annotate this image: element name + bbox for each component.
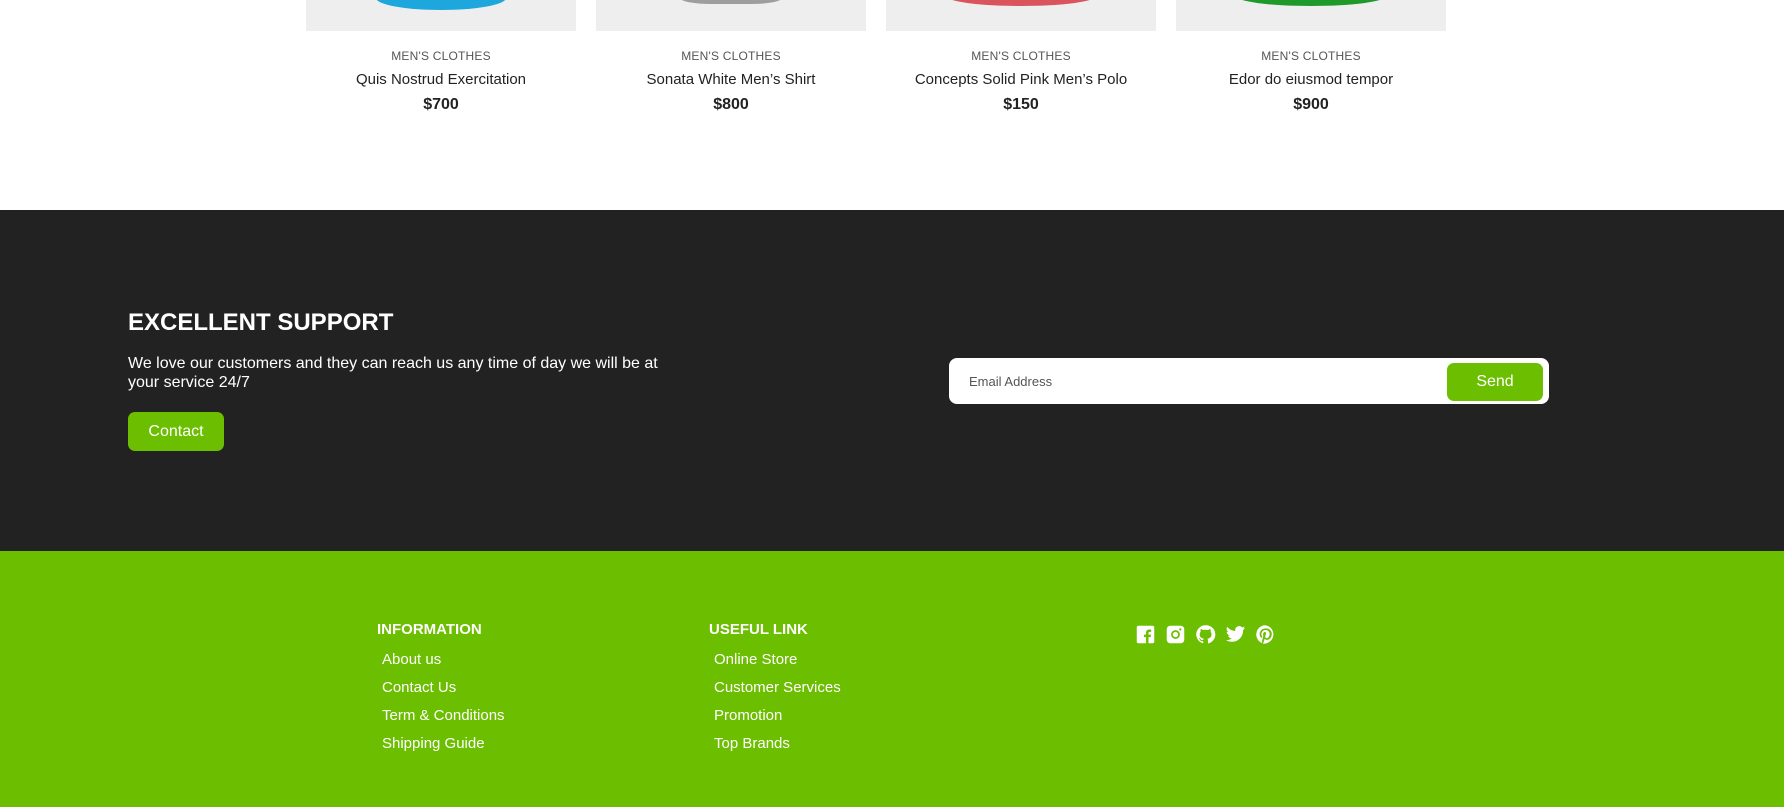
- product-price: $900: [1293, 96, 1329, 113]
- product-image[interactable]: [1176, 0, 1446, 31]
- product-card[interactable]: MEN'S CLOTHES Concepts Solid Pink Men’s …: [886, 0, 1156, 130]
- email-input[interactable]: [961, 366, 1431, 396]
- product-price: $150: [1003, 96, 1039, 113]
- product-image[interactable]: [886, 0, 1156, 31]
- footer-information-links: About us Contact Us Term & Conditions Sh…: [377, 651, 505, 763]
- contact-button[interactable]: Contact: [128, 412, 224, 451]
- footer-link-shipping-guide[interactable]: Shipping Guide: [382, 735, 485, 752]
- product-name[interactable]: Edor do eiusmod tempor: [1176, 71, 1446, 88]
- product-name[interactable]: Sonata White Men’s Shirt: [596, 71, 866, 88]
- pinterest-icon[interactable]: [1254, 623, 1276, 645]
- product-name[interactable]: Concepts Solid Pink Men’s Polo: [886, 71, 1156, 88]
- product-category: MEN'S CLOTHES: [1261, 49, 1361, 63]
- footer-link-terms[interactable]: Term & Conditions: [382, 707, 505, 724]
- footer-link-customer-services[interactable]: Customer Services: [714, 679, 841, 696]
- product-category: MEN'S CLOTHES: [971, 49, 1071, 63]
- footer-useful-column: USEFUL LINK Online Store Customer Servic…: [709, 621, 841, 763]
- support-description: We love our customers and they can reach…: [128, 355, 658, 391]
- product-card[interactable]: MEN'S CLOTHES Sonata White Men’s Shirt $…: [596, 0, 866, 130]
- footer-link-about-us[interactable]: About us: [382, 651, 441, 668]
- footer-link-promotion[interactable]: Promotion: [714, 707, 782, 724]
- product-image[interactable]: [596, 0, 866, 31]
- footer-link-top-brands[interactable]: Top Brands: [714, 735, 790, 752]
- product-image[interactable]: [306, 0, 576, 31]
- facebook-icon[interactable]: [1134, 623, 1156, 645]
- support-section: EXCELLENT SUPPORT We love our customers …: [0, 210, 1784, 551]
- newsletter-form: Send: [949, 358, 1549, 404]
- product-card[interactable]: MEN'S CLOTHES Quis Nostrud Exercitation …: [306, 0, 576, 130]
- instagram-icon[interactable]: [1164, 623, 1186, 645]
- github-icon[interactable]: [1194, 623, 1216, 645]
- footer-useful-links: Online Store Customer Services Promotion…: [709, 651, 841, 763]
- product-category: MEN'S CLOTHES: [391, 49, 491, 63]
- footer: INFORMATION About us Contact Us Term & C…: [0, 551, 1784, 807]
- product-price: $800: [713, 96, 749, 113]
- product-name[interactable]: Quis Nostrud Exercitation: [306, 71, 576, 88]
- footer-link-online-store[interactable]: Online Store: [714, 651, 797, 668]
- product-category: MEN'S CLOTHES: [681, 49, 781, 63]
- footer-information-column: INFORMATION About us Contact Us Term & C…: [377, 621, 505, 763]
- product-card[interactable]: MEN'S CLOTHES Edor do eiusmod tempor $90…: [1176, 0, 1446, 130]
- footer-link-contact-us[interactable]: Contact Us: [382, 679, 456, 696]
- support-title: EXCELLENT SUPPORT: [128, 309, 394, 336]
- product-price: $700: [423, 96, 459, 113]
- twitter-icon[interactable]: [1224, 623, 1246, 645]
- send-button[interactable]: Send: [1447, 363, 1543, 401]
- product-grid: MEN'S CLOTHES Quis Nostrud Exercitation …: [0, 0, 1784, 210]
- social-links: [1134, 623, 1276, 645]
- footer-heading-useful-link: USEFUL LINK: [709, 621, 808, 638]
- footer-heading-information: INFORMATION: [377, 621, 482, 638]
